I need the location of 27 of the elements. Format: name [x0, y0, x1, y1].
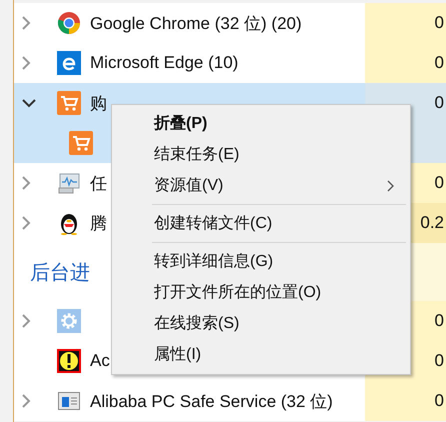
- monitor-icon: [57, 171, 81, 195]
- chevron-right-icon[interactable]: [22, 394, 31, 408]
- chevron-right-icon[interactable]: [22, 16, 31, 30]
- gear-icon: [57, 309, 81, 333]
- menu-item[interactable]: 转到详细信息(G): [112, 246, 410, 277]
- process-name: Google Chrome (32 位) (20): [90, 12, 302, 34]
- process-name: Ac: [90, 351, 110, 371]
- cpu-cell: 0: [365, 381, 446, 421]
- process-name: Microsoft Edge (10): [90, 53, 238, 73]
- chevron-right-icon[interactable]: [22, 314, 31, 328]
- chevron-down-icon[interactable]: [22, 98, 36, 108]
- cart-icon: [69, 131, 93, 155]
- warning-icon: [57, 349, 81, 373]
- cart-icon: [57, 91, 81, 115]
- process-name: 任: [90, 172, 107, 194]
- window-icon: [58, 392, 80, 410]
- process-name: 购: [90, 92, 107, 114]
- cpu-cell: 0: [365, 3, 446, 43]
- chevron-right-icon[interactable]: [22, 216, 31, 230]
- chevron-right-icon[interactable]: [22, 176, 31, 190]
- cpu-cell: 0: [365, 43, 446, 83]
- edge-icon: [57, 51, 81, 75]
- section-heading: 后台进: [30, 260, 90, 286]
- chrome-icon: [57, 11, 81, 35]
- chevron-right-icon[interactable]: [22, 56, 31, 70]
- process-name: 腾: [90, 212, 107, 234]
- process-name: Alibaba PC Safe Service (32 位): [90, 390, 333, 412]
